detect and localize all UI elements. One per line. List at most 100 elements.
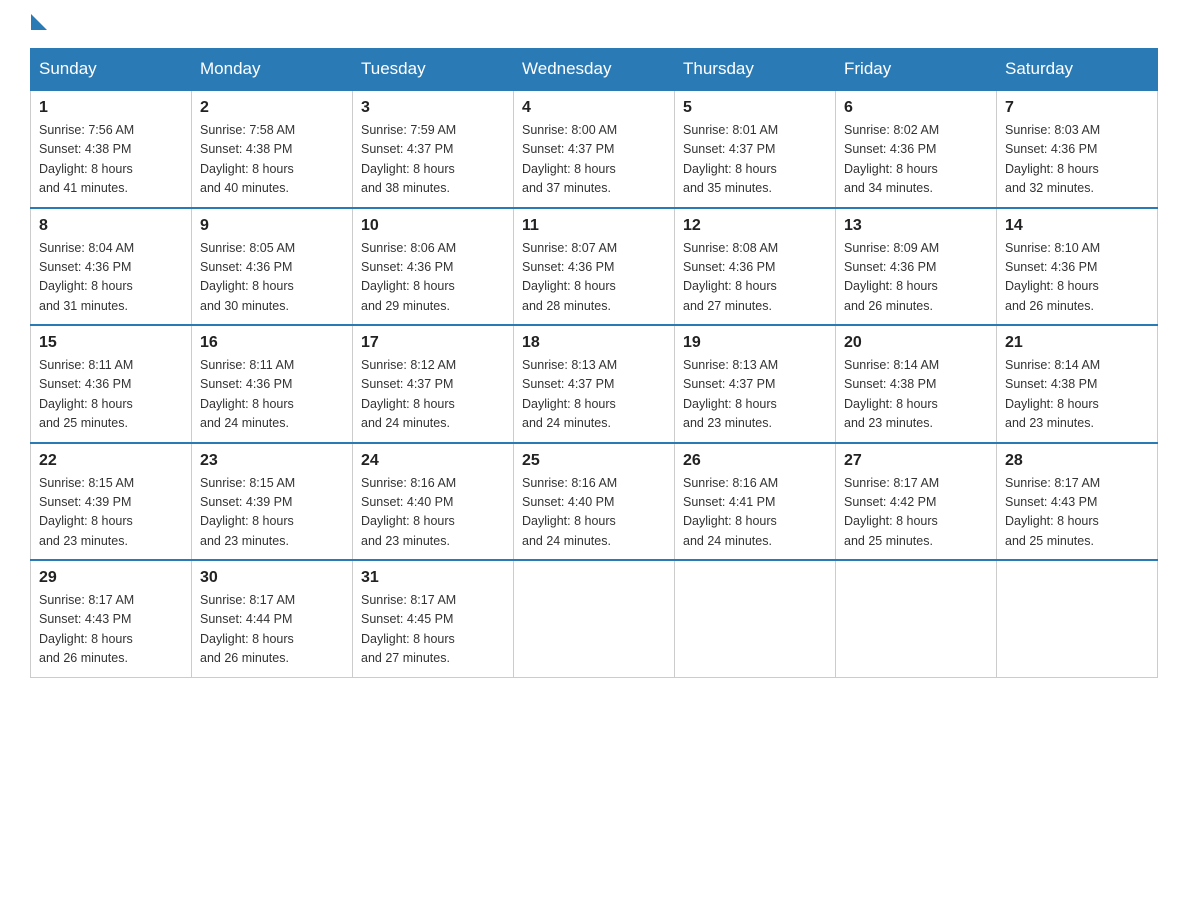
calendar-cell: 6 Sunrise: 8:02 AMSunset: 4:36 PMDaylight… <box>836 90 997 208</box>
day-number: 28 <box>1005 452 1149 470</box>
day-number: 11 <box>522 217 666 235</box>
calendar-cell: 21Sunrise: 8:14 AMSunset: 4:38 PMDayligh… <box>997 325 1158 443</box>
header-row: SundayMondayTuesdayWednesdayThursdayFrid… <box>31 49 1158 91</box>
calendar-cell: 14 Sunrise: 8:10 AMSunset: 4:36 PMDayligh… <box>997 208 1158 326</box>
day-info: Sunrise: 8:16 AMSunset: 4:40 PMDaylight:… <box>361 474 505 552</box>
day-number: 26 <box>683 452 827 470</box>
day-info: Sunrise: 8:10 AMSunset: 4:36 PMDaylight:… <box>1005 239 1149 317</box>
col-header-monday: Monday <box>192 49 353 91</box>
week-row-3: 15 Sunrise: 8:11 AMSunset: 4:36 PMDayligh… <box>31 325 1158 443</box>
day-info: Sunrise: 8:08 AMSunset: 4:36 PMDaylight:… <box>683 239 827 317</box>
day-info: Sunrise: 8:12 AMSunset: 4:37 PMDaylight:… <box>361 356 505 434</box>
calendar-cell: 10Sunrise: 8:06 AMSunset: 4:36 PMDayligh… <box>353 208 514 326</box>
day-info: Sunrise: 7:56 AMSunset: 4:38 PMDaylight:… <box>39 121 183 199</box>
col-header-tuesday: Tuesday <box>353 49 514 91</box>
day-info: Sunrise: 8:17 AMSunset: 4:43 PMDaylight:… <box>1005 474 1149 552</box>
calendar-cell: 15 Sunrise: 8:11 AMSunset: 4:36 PMDayligh… <box>31 325 192 443</box>
calendar-cell: 27 Sunrise: 8:17 AMSunset: 4:42 PMDayligh… <box>836 443 997 561</box>
calendar-cell <box>514 560 675 677</box>
day-info: Sunrise: 8:13 AMSunset: 4:37 PMDaylight:… <box>522 356 666 434</box>
day-number: 25 <box>522 452 666 470</box>
calendar-cell: 2Sunrise: 7:58 AMSunset: 4:38 PMDaylight… <box>192 90 353 208</box>
day-number: 27 <box>844 452 988 470</box>
day-number: 14 <box>1005 217 1149 235</box>
day-info: Sunrise: 8:11 AMSunset: 4:36 PMDaylight:… <box>200 356 344 434</box>
day-number: 18 <box>522 334 666 352</box>
day-number: 7 <box>1005 99 1149 117</box>
day-number: 23 <box>200 452 344 470</box>
calendar-cell: 26 Sunrise: 8:16 AMSunset: 4:41 PMDayligh… <box>675 443 836 561</box>
day-number: 15 <box>39 334 183 352</box>
calendar-cell <box>997 560 1158 677</box>
day-info: Sunrise: 7:58 AMSunset: 4:38 PMDaylight:… <box>200 121 344 199</box>
calendar-cell: 9Sunrise: 8:05 AMSunset: 4:36 PMDaylight… <box>192 208 353 326</box>
day-info: Sunrise: 8:05 AMSunset: 4:36 PMDaylight:… <box>200 239 344 317</box>
day-number: 31 <box>361 569 505 587</box>
day-number: 1 <box>39 99 183 117</box>
day-number: 10 <box>361 217 505 235</box>
day-info: Sunrise: 8:00 AMSunset: 4:37 PMDaylight:… <box>522 121 666 199</box>
day-number: 22 <box>39 452 183 470</box>
day-number: 24 <box>361 452 505 470</box>
calendar-cell: 31 Sunrise: 8:17 AMSunset: 4:45 PMDayligh… <box>353 560 514 677</box>
calendar-cell: 24 Sunrise: 8:16 AMSunset: 4:40 PMDayligh… <box>353 443 514 561</box>
day-info: Sunrise: 8:02 AMSunset: 4:36 PMDaylight:… <box>844 121 988 199</box>
calendar-cell: 13 Sunrise: 8:09 AMSunset: 4:36 PMDayligh… <box>836 208 997 326</box>
calendar-cell: 1 Sunrise: 7:56 AMSunset: 4:38 PMDaylight… <box>31 90 192 208</box>
calendar-cell: 3 Sunrise: 7:59 AMSunset: 4:37 PMDaylight… <box>353 90 514 208</box>
col-header-thursday: Thursday <box>675 49 836 91</box>
calendar-cell: 7 Sunrise: 8:03 AMSunset: 4:36 PMDaylight… <box>997 90 1158 208</box>
calendar-cell: 18 Sunrise: 8:13 AMSunset: 4:37 PMDayligh… <box>514 325 675 443</box>
calendar-cell: 28 Sunrise: 8:17 AMSunset: 4:43 PMDayligh… <box>997 443 1158 561</box>
day-info: Sunrise: 8:16 AMSunset: 4:41 PMDaylight:… <box>683 474 827 552</box>
day-number: 17 <box>361 334 505 352</box>
day-number: 19 <box>683 334 827 352</box>
calendar-cell: 23 Sunrise: 8:15 AMSunset: 4:39 PMDayligh… <box>192 443 353 561</box>
calendar-cell: 8 Sunrise: 8:04 AMSunset: 4:36 PMDaylight… <box>31 208 192 326</box>
day-info: Sunrise: 8:16 AMSunset: 4:40 PMDaylight:… <box>522 474 666 552</box>
day-info: Sunrise: 8:07 AMSunset: 4:36 PMDaylight:… <box>522 239 666 317</box>
day-info: Sunrise: 8:14 AMSunset: 4:38 PMDaylight:… <box>844 356 988 434</box>
calendar-cell: 16 Sunrise: 8:11 AMSunset: 4:36 PMDayligh… <box>192 325 353 443</box>
day-info: Sunrise: 8:15 AMSunset: 4:39 PMDaylight:… <box>200 474 344 552</box>
calendar-cell: 17 Sunrise: 8:12 AMSunset: 4:37 PMDayligh… <box>353 325 514 443</box>
calendar-cell: 30 Sunrise: 8:17 AMSunset: 4:44 PMDayligh… <box>192 560 353 677</box>
day-number: 30 <box>200 569 344 587</box>
day-info: Sunrise: 8:11 AMSunset: 4:36 PMDaylight:… <box>39 356 183 434</box>
logo <box>30 20 47 30</box>
calendar-cell: 12 Sunrise: 8:08 AMSunset: 4:36 PMDayligh… <box>675 208 836 326</box>
col-header-saturday: Saturday <box>997 49 1158 91</box>
week-row-4: 22 Sunrise: 8:15 AMSunset: 4:39 PMDayligh… <box>31 443 1158 561</box>
day-number: 21 <box>1005 334 1149 352</box>
day-number: 12 <box>683 217 827 235</box>
calendar-cell: 25 Sunrise: 8:16 AMSunset: 4:40 PMDayligh… <box>514 443 675 561</box>
day-number: 13 <box>844 217 988 235</box>
day-number: 5 <box>683 99 827 117</box>
day-number: 3 <box>361 99 505 117</box>
day-info: Sunrise: 8:17 AMSunset: 4:42 PMDaylight:… <box>844 474 988 552</box>
col-header-friday: Friday <box>836 49 997 91</box>
day-info: Sunrise: 8:17 AMSunset: 4:45 PMDaylight:… <box>361 591 505 669</box>
calendar-cell: 4 Sunrise: 8:00 AMSunset: 4:37 PMDaylight… <box>514 90 675 208</box>
calendar-cell: 22Sunrise: 8:15 AMSunset: 4:39 PMDayligh… <box>31 443 192 561</box>
week-row-1: 1 Sunrise: 7:56 AMSunset: 4:38 PMDaylight… <box>31 90 1158 208</box>
day-info: Sunrise: 8:03 AMSunset: 4:36 PMDaylight:… <box>1005 121 1149 199</box>
day-info: Sunrise: 7:59 AMSunset: 4:37 PMDaylight:… <box>361 121 505 199</box>
day-number: 8 <box>39 217 183 235</box>
day-info: Sunrise: 8:17 AMSunset: 4:44 PMDaylight:… <box>200 591 344 669</box>
logo-triangle-icon <box>31 14 47 30</box>
day-info: Sunrise: 8:04 AMSunset: 4:36 PMDaylight:… <box>39 239 183 317</box>
day-number: 20 <box>844 334 988 352</box>
calendar-cell: 20 Sunrise: 8:14 AMSunset: 4:38 PMDayligh… <box>836 325 997 443</box>
day-info: Sunrise: 8:09 AMSunset: 4:36 PMDaylight:… <box>844 239 988 317</box>
week-row-5: 29Sunrise: 8:17 AMSunset: 4:43 PMDayligh… <box>31 560 1158 677</box>
day-number: 16 <box>200 334 344 352</box>
col-header-wednesday: Wednesday <box>514 49 675 91</box>
calendar-cell <box>836 560 997 677</box>
calendar-cell: 29Sunrise: 8:17 AMSunset: 4:43 PMDayligh… <box>31 560 192 677</box>
day-number: 4 <box>522 99 666 117</box>
day-info: Sunrise: 8:13 AMSunset: 4:37 PMDaylight:… <box>683 356 827 434</box>
calendar-cell: 19 Sunrise: 8:13 AMSunset: 4:37 PMDayligh… <box>675 325 836 443</box>
day-number: 6 <box>844 99 988 117</box>
calendar-cell: 11 Sunrise: 8:07 AMSunset: 4:36 PMDayligh… <box>514 208 675 326</box>
